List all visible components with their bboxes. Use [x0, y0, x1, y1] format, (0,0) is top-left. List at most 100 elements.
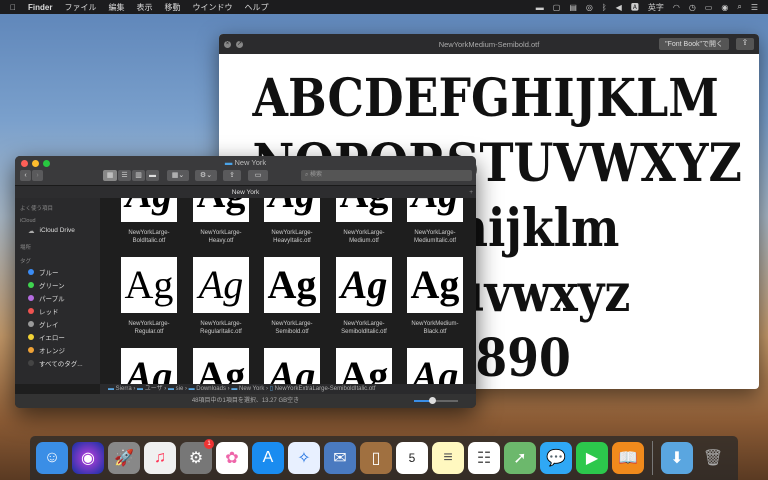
sidebar-tag-item[interactable]: オレンジ	[15, 343, 100, 356]
finder-app-icon[interactable]: ☺	[36, 442, 68, 474]
preview-line: ABCDEFGHIJKLM	[252, 68, 719, 129]
tag-label: ブルー	[39, 269, 59, 277]
menu-finder[interactable]: Finder	[28, 3, 52, 12]
font-thumbnail: Ag	[193, 198, 249, 222]
trash-icon[interactable]: 🗑	[697, 442, 729, 474]
launchpad-app-icon[interactable]: 🚀	[108, 442, 140, 474]
file-item[interactable]: Ag NewYorkLarge-HeavyItalic.otf	[256, 198, 328, 245]
tab-new-york[interactable]: New York +	[15, 185, 476, 198]
maps-app-icon[interactable]: ➚	[504, 442, 536, 474]
file-name: NewYorkLarge- RegularItalic.otf	[200, 321, 242, 335]
file-item[interactable]: Ag NewYorkMedium- Black.otf	[399, 257, 471, 336]
icon-size-slider[interactable]	[414, 397, 458, 404]
books-app-icon[interactable]: 📖	[612, 442, 644, 474]
file-item[interactable]: Ag NewYorkLarge-BoldItalic.otf	[113, 198, 185, 245]
clipboard-icon[interactable]: ▤	[569, 3, 577, 12]
share-icon[interactable]: ⇪	[736, 38, 754, 50]
font-thumbnail: Ag	[121, 348, 177, 384]
mail-app-icon[interactable]: ✉	[324, 442, 356, 474]
timemachine-icon[interactable]: ◎	[586, 3, 593, 12]
sidebar-tag-item[interactable]: イエロー	[15, 330, 100, 343]
file-item[interactable]: Ag	[328, 348, 400, 384]
file-item[interactable]: Ag	[113, 348, 185, 384]
safari-app-icon[interactable]: ✧	[288, 442, 320, 474]
volume-icon[interactable]: ◀	[616, 3, 622, 12]
icon-view-button[interactable]: ▦	[103, 170, 117, 181]
sidebar-tag-item[interactable]: グリーン	[15, 278, 100, 291]
reminders-app-icon[interactable]: ☷	[468, 442, 500, 474]
window-icon[interactable]: ▢	[553, 3, 561, 12]
file-item[interactable]: Ag NewYorkLarge-Medium.otf	[328, 198, 400, 245]
battery-icon[interactable]: ▭	[705, 3, 713, 12]
path-item[interactable]: New York	[239, 386, 264, 392]
tag-button[interactable]: ▭	[248, 170, 268, 181]
file-name: NewYorkMedium- Black.otf	[411, 321, 459, 335]
calendar-app-icon[interactable]: 5	[396, 442, 428, 474]
photos-app-icon[interactable]: ✿	[216, 442, 248, 474]
facetime-app-icon[interactable]: ▶	[576, 442, 608, 474]
slider-knob[interactable]	[429, 397, 436, 404]
file-item[interactable]: Ag	[256, 348, 328, 384]
path-item[interactable]: NewYorkExtraLarge-SemiboldItalic.otf	[275, 386, 376, 392]
file-item[interactable]: Ag NewYorkLarge- SemiboldItalic.otf	[328, 257, 400, 336]
column-view-button[interactable]: ▥	[132, 170, 145, 181]
music-app-icon[interactable]: ♫	[144, 442, 176, 474]
tag-color-dot-icon	[28, 268, 34, 275]
wifi-icon[interactable]: ◠	[673, 3, 680, 12]
sidebar-tag-item[interactable]: レッド	[15, 304, 100, 317]
search-placeholder: 検索	[310, 172, 323, 178]
app-store-app-icon[interactable]: A	[252, 442, 284, 474]
open-in-font-book-button[interactable]: "Font Book"で開く	[659, 38, 729, 50]
menu-file[interactable]: ファイル	[64, 2, 96, 13]
input-mode-label[interactable]: 英字	[648, 2, 664, 13]
bluetooth-icon[interactable]: ᛒ	[602, 3, 607, 12]
back-button[interactable]: ‹	[20, 170, 31, 181]
sidebar-tag-item[interactable]: パープル	[15, 291, 100, 304]
cloud-icon: ☁	[28, 227, 35, 235]
file-item[interactable]: Ag NewYorkLarge- RegularItalic.otf	[185, 257, 257, 336]
sidebar-tag-item[interactable]: すべてのタグ...	[15, 356, 100, 369]
file-item[interactable]: Ag NewYorkLarge-MediumItalic.otf	[399, 198, 471, 245]
forward-button[interactable]: ›	[32, 170, 43, 181]
share-button[interactable]: ⇪	[223, 170, 241, 181]
siri-icon[interactable]: ◉	[721, 3, 728, 12]
font-thumbnail: Ag	[407, 348, 463, 384]
display-icon[interactable]: ▬	[536, 3, 544, 12]
sidebar-tag-item[interactable]: ブルー	[15, 265, 100, 278]
apple-menu-icon[interactable]: 	[10, 3, 16, 12]
file-item[interactable]: Ag NewYorkLarge-Heavy.otf	[185, 198, 257, 245]
notes-app-icon[interactable]: ≡	[432, 442, 464, 474]
file-item[interactable]: Ag	[399, 348, 471, 384]
menu-go[interactable]: 移動	[164, 2, 180, 13]
contacts-app-icon[interactable]: ▯	[360, 442, 392, 474]
menu-view[interactable]: 表示	[136, 2, 152, 13]
notification-center-icon[interactable]: ☰	[751, 3, 758, 12]
file-item[interactable]: Ag	[185, 348, 257, 384]
gallery-view-button[interactable]: ▬	[146, 170, 159, 181]
sidebar-tag-item[interactable]: グレイ	[15, 317, 100, 330]
menu-help[interactable]: ヘルプ	[244, 2, 268, 13]
file-item[interactable]: Ag NewYorkLarge- Regular.otf	[113, 257, 185, 336]
downloads-folder-icon[interactable]: ⬇	[661, 442, 693, 474]
spotlight-icon[interactable]: ⌕	[737, 2, 741, 12]
menu-edit[interactable]: 編集	[108, 2, 124, 13]
messages-app-icon[interactable]: 💬	[540, 442, 572, 474]
path-item[interactable]: ユーザ	[145, 386, 163, 392]
sidebar-item-icloud-drive[interactable]: ☁ iCloud Drive	[15, 224, 100, 237]
sidebar: よく使う項目 iCloud ☁ iCloud Drive 場所 タグ ブルー グリー…	[15, 198, 100, 384]
clock-icon[interactable]: ◷	[689, 3, 696, 12]
calendar-day: 5	[408, 451, 416, 465]
group-button[interactable]: ▦⌄	[167, 170, 189, 181]
system-preferences-app-icon[interactable]: ⚙ 1	[180, 439, 214, 474]
folder-icon: ▬	[108, 386, 116, 392]
font-thumbnail: Ag	[264, 257, 320, 313]
path-item[interactable]: Downloads	[196, 386, 226, 392]
menu-window[interactable]: ウインドウ	[192, 2, 232, 13]
search-input[interactable]: ⌕ 検索	[301, 170, 472, 181]
input-source-icon[interactable]: 🅰	[631, 2, 639, 13]
list-view-button[interactable]: ☰	[118, 170, 131, 181]
file-item[interactable]: Ag NewYorkLarge- Semibold.otf	[256, 257, 328, 336]
action-gear-button[interactable]: ⚙⌄	[195, 170, 217, 181]
siri-app-icon[interactable]: ◉	[72, 442, 104, 474]
path-item[interactable]: Sierra	[116, 386, 132, 392]
